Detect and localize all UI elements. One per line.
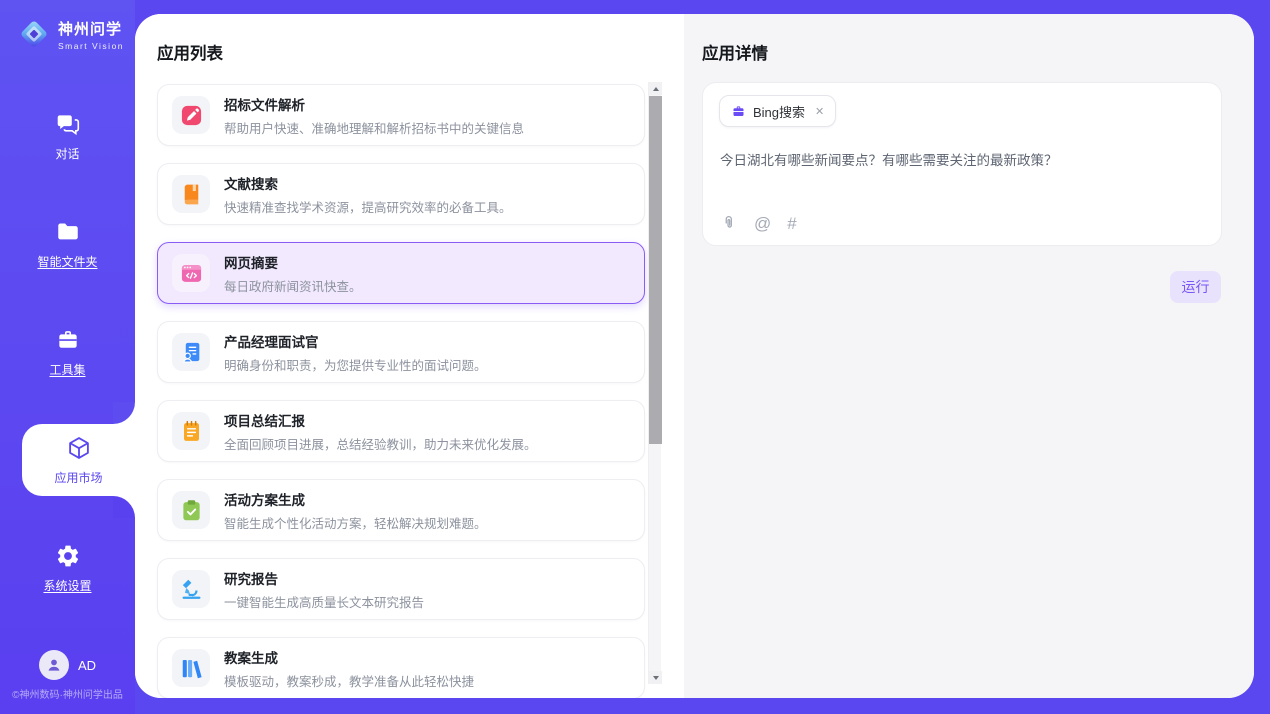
active-notch-top	[113, 402, 135, 424]
hash-icon[interactable]: #	[787, 215, 796, 232]
sidebar-item-label: 对话	[55, 145, 79, 162]
app-description: 每日政府新闻资讯快查。	[224, 276, 362, 295]
clipboard-icon	[179, 498, 204, 523]
app-icon-box	[172, 412, 210, 450]
scroll-down-button[interactable]	[649, 671, 662, 684]
arrow-up-icon	[653, 87, 659, 91]
app-description: 一键智能生成高质量长文本研究报告	[224, 592, 424, 611]
sidebar-nav: 对话 智能文件夹 工具集 应用市场 系统设置	[0, 100, 135, 640]
user-row: AD	[0, 650, 135, 680]
app-list-title: 应用列表	[157, 40, 223, 64]
app-list-item[interactable]: 产品经理面试官 明确身份和职责，为您提供专业性的面试问题。	[157, 321, 645, 383]
input-icon-row: @#	[720, 214, 797, 232]
sidebar-footer: ©神州数码·神州问学出品	[0, 686, 135, 701]
scrollbar-thumb[interactable]	[649, 96, 662, 444]
app-name: 产品经理面试官	[224, 331, 487, 351]
pen-icon	[179, 103, 204, 128]
app-list-item[interactable]: 教案生成 模板驱动，教案秒成，教学准备从此轻松快捷	[157, 637, 645, 698]
app-icon-box	[172, 570, 210, 608]
avatar[interactable]	[39, 650, 69, 680]
app-icon-box	[172, 333, 210, 371]
user-label: AD	[78, 658, 96, 673]
chat-icon	[55, 111, 81, 137]
app-list-item[interactable]: 活动方案生成 智能生成个性化活动方案，轻松解决规划难题。	[157, 479, 645, 541]
list-scrollbar[interactable]	[648, 82, 661, 684]
app-description: 全面回顾项目进展，总结经验教训，助力未来优化发展。	[224, 434, 537, 453]
app-list-item[interactable]: 招标文件解析 帮助用户快速、准确地理解和解析招标书中的关键信息	[157, 84, 645, 146]
app-list-item[interactable]: 研究报告 一键智能生成高质量长文本研究报告	[157, 558, 645, 620]
query-text[interactable]: 今日湖北有哪些新闻要点？有哪些需要关注的最新政策？	[720, 151, 1200, 171]
at-icon[interactable]: @	[754, 215, 771, 232]
app-root: { "brand": { "title": "神州问学", "subtitle"…	[0, 0, 1270, 714]
app-detail-panel: 应用详情 Bing搜索 ✕ 今日湖北有哪些新闻要点？有哪些需要关注的最新政策？ …	[684, 14, 1254, 698]
run-button[interactable]: 运行	[1170, 271, 1221, 303]
brand-title: 神州问学	[58, 18, 124, 39]
browser-icon	[179, 261, 204, 286]
app-name: 教案生成	[224, 647, 474, 667]
microscope-icon	[179, 577, 204, 602]
book-icon	[179, 182, 204, 207]
sidebar-item-label: 应用市场	[54, 469, 102, 486]
toolbox-icon	[55, 327, 81, 353]
app-description: 明确身份和职责，为您提供专业性的面试问题。	[224, 355, 487, 374]
sidebar: 神州问学 Smart Vision 对话 智能文件夹 工具集 应用市场 系统设置	[0, 0, 135, 714]
app-detail-title: 应用详情	[702, 40, 768, 64]
app-name: 研究报告	[224, 568, 424, 588]
sidebar-item-chat[interactable]: 对话	[0, 100, 135, 172]
app-name: 网页摘要	[224, 252, 362, 272]
app-list-item[interactable]: 网页摘要 每日政府新闻资讯快查。	[157, 242, 645, 304]
sidebar-item-toolbox[interactable]: 工具集	[0, 316, 135, 388]
app-list-item[interactable]: 项目总结汇报 全面回顾项目进展，总结经验教训，助力未来优化发展。	[157, 400, 645, 462]
app-description: 模板驱动，教案秒成，教学准备从此轻松快捷	[224, 671, 474, 690]
main-container: 应用列表 招标文件解析 帮助用户快速、准确地理解和解析招标书中的关键信息 文献搜…	[135, 14, 1254, 698]
app-icon-box	[172, 96, 210, 134]
app-description: 快速精准查找学术资源，提高研究效率的必备工具。	[224, 197, 512, 216]
sidebar-item-gear[interactable]: 系统设置	[0, 532, 135, 604]
interview-icon	[179, 340, 204, 365]
app-description: 帮助用户快速、准确地理解和解析招标书中的关键信息	[224, 118, 524, 137]
app-list: 招标文件解析 帮助用户快速、准确地理解和解析招标书中的关键信息 文献搜索 快速精…	[157, 84, 645, 698]
sidebar-item-cube[interactable]: 应用市场	[22, 424, 135, 496]
brand: 神州问学 Smart Vision	[0, 16, 135, 52]
person-icon	[45, 656, 63, 674]
brand-subtitle: Smart Vision	[58, 41, 124, 51]
app-list-panel: 应用列表 招标文件解析 帮助用户快速、准确地理解和解析招标书中的关键信息 文献搜…	[135, 14, 684, 698]
app-description: 智能生成个性化活动方案，轻松解决规划难题。	[224, 513, 487, 532]
app-name: 活动方案生成	[224, 489, 487, 509]
app-list-item[interactable]: 文献搜索 快速精准查找学术资源，提高研究效率的必备工具。	[157, 163, 645, 225]
app-name: 项目总结汇报	[224, 410, 537, 430]
app-icon-box	[172, 254, 210, 292]
scroll-up-button[interactable]	[649, 82, 662, 95]
app-name: 招标文件解析	[224, 94, 524, 114]
tool-tag-bing-search[interactable]: Bing搜索 ✕	[719, 95, 836, 127]
close-icon[interactable]: ✕	[815, 105, 824, 118]
prompt-card: Bing搜索 ✕ 今日湖北有哪些新闻要点？有哪些需要关注的最新政策？ @#	[702, 82, 1222, 246]
paperclip-icon[interactable]	[720, 214, 738, 232]
sidebar-item-label: 工具集	[49, 361, 85, 378]
sidebar-item-label: 系统设置	[43, 577, 91, 594]
tool-tag-label: Bing搜索	[753, 102, 805, 121]
sidebar-item-folder[interactable]: 智能文件夹	[0, 208, 135, 280]
active-notch-bottom	[113, 496, 135, 518]
app-icon-box	[172, 491, 210, 529]
notepad-icon	[179, 419, 204, 444]
folder-icon	[55, 219, 81, 245]
cube-icon	[66, 435, 92, 461]
app-icon-box	[172, 649, 210, 687]
books-icon	[179, 656, 204, 681]
app-name: 文献搜索	[224, 173, 512, 193]
arrow-down-icon	[653, 676, 659, 680]
gear-icon	[55, 543, 81, 569]
app-icon-box	[172, 175, 210, 213]
brand-logo-icon	[16, 16, 52, 52]
briefcase-icon	[731, 104, 746, 119]
sidebar-item-label: 智能文件夹	[37, 253, 97, 270]
